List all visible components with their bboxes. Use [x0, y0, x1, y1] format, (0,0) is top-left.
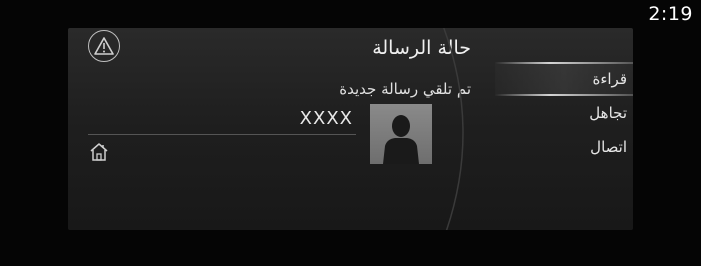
action-menu: قراءة تجاهل اتصال — [495, 62, 633, 164]
panel-divider-curve — [442, 28, 464, 230]
warning-button[interactable] — [88, 30, 120, 62]
contact-avatar — [370, 104, 432, 164]
menu-item-label: تجاهل — [589, 104, 627, 122]
message-status-panel: حالة الرسالة تم تلقي رسالة جديدة XXXX قر… — [68, 28, 633, 230]
menu-item-ignore[interactable]: تجاهل — [495, 96, 633, 130]
menu-item-call[interactable]: اتصال — [495, 130, 633, 164]
status-clock: 2:19 — [648, 3, 693, 25]
menu-item-label: اتصال — [590, 138, 627, 156]
sender-name: XXXX — [299, 108, 353, 129]
menu-item-read[interactable]: قراءة — [495, 62, 633, 96]
menu-item-label: قراءة — [592, 70, 627, 88]
person-icon — [383, 115, 419, 164]
warning-icon — [94, 37, 114, 55]
home-icon — [90, 143, 108, 161]
home-button[interactable] — [88, 141, 110, 163]
divider — [88, 134, 356, 135]
